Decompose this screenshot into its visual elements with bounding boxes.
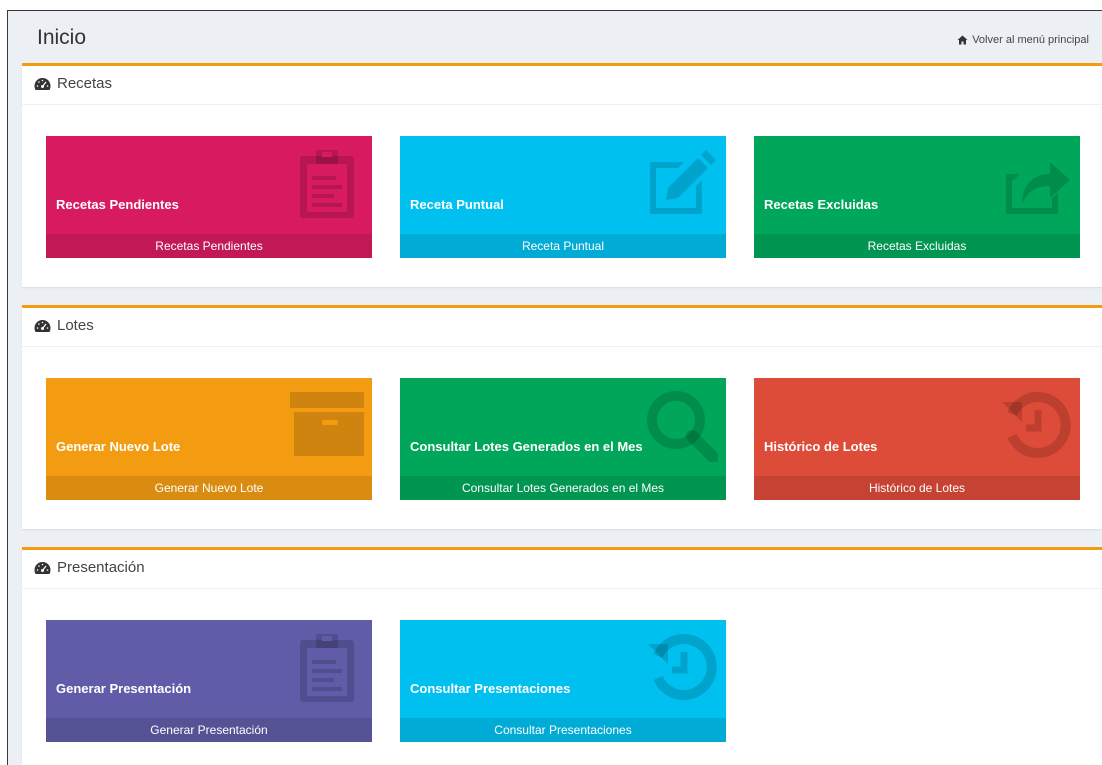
history-icon bbox=[998, 388, 1072, 462]
history-icon bbox=[644, 630, 718, 704]
home-icon bbox=[957, 35, 968, 45]
tile-title: Generar Presentación bbox=[56, 681, 192, 696]
dashboard-icon bbox=[34, 561, 51, 575]
box-header: Presentación bbox=[22, 550, 1102, 589]
back-link-label: Volver al menú principal bbox=[972, 34, 1089, 46]
tile-title: Receta Puntual bbox=[410, 197, 504, 212]
tile-generar-presentacion[interactable]: Generar Presentación Generar Presentació… bbox=[46, 620, 372, 742]
tile-title: Generar Nuevo Lote bbox=[56, 439, 181, 454]
tile-footer-link[interactable]: Histórico de Lotes bbox=[754, 476, 1080, 500]
back-to-main-menu-link[interactable]: Volver al menú principal bbox=[957, 34, 1089, 46]
content-wrapper: Inicio Volver al menú principal Recetas … bbox=[8, 11, 1102, 765]
tile-footer-link[interactable]: Recetas Pendientes bbox=[46, 234, 372, 258]
tile-recetas-excluidas[interactable]: Recetas Excluidas Recetas Excluidas bbox=[754, 136, 1080, 258]
dashboard-icon bbox=[34, 77, 51, 91]
tile-footer-link[interactable]: Generar Nuevo Lote bbox=[46, 476, 372, 500]
share-icon bbox=[998, 146, 1072, 220]
search-icon bbox=[644, 388, 718, 462]
content-header: Inicio Volver al menú principal bbox=[8, 11, 1102, 63]
clipboard-icon bbox=[290, 146, 364, 220]
box-title-label: Recetas bbox=[57, 75, 113, 92]
tile-generar-nuevo-lote[interactable]: Generar Nuevo Lote Generar Nuevo Lote bbox=[46, 378, 372, 500]
tile-receta-puntual[interactable]: Receta Puntual Receta Puntual bbox=[400, 136, 726, 258]
tile-consultar-presentaciones[interactable]: Consultar Presentaciones Consultar Prese… bbox=[400, 620, 726, 742]
tile-title: Consultar Presentaciones bbox=[410, 681, 571, 696]
box-title: Lotes bbox=[34, 317, 94, 334]
clipboard-icon bbox=[290, 630, 364, 704]
tile-title: Histórico de Lotes bbox=[764, 439, 878, 454]
screen: Inicio Volver al menú principal Recetas … bbox=[0, 0, 1102, 765]
box-title-label: Presentación bbox=[57, 559, 145, 576]
page-title: Inicio bbox=[37, 26, 87, 49]
edit-icon bbox=[644, 146, 718, 220]
tile-title: Recetas Excluidas bbox=[764, 197, 879, 212]
box-title: Recetas bbox=[34, 75, 112, 92]
tile-recetas-pendientes[interactable]: Recetas Pendientes Recetas Pendientes bbox=[46, 136, 372, 258]
tile-footer-link[interactable]: Consultar Lotes Generados en el Mes bbox=[400, 476, 726, 500]
box-header: Recetas bbox=[22, 66, 1102, 105]
tile-consultar-lotes-generados[interactable]: Consultar Lotes Generados en el Mes Cons… bbox=[400, 378, 726, 500]
tile-footer-link[interactable]: Generar Presentación bbox=[46, 718, 372, 742]
box-title-label: Lotes bbox=[57, 317, 94, 334]
tile-title: Consultar Lotes Generados en el Mes bbox=[410, 439, 643, 454]
box-recetas: Recetas Recetas Pendientes Recetas Pendi… bbox=[22, 63, 1102, 287]
tile-title: Recetas Pendientes bbox=[56, 197, 179, 212]
archive-icon bbox=[290, 388, 364, 462]
box-title: Presentación bbox=[34, 559, 145, 576]
tile-historico-de-lotes[interactable]: Histórico de Lotes Histórico de Lotes bbox=[754, 378, 1080, 500]
tile-footer-link[interactable]: Receta Puntual bbox=[400, 234, 726, 258]
tile-footer-link[interactable]: Consultar Presentaciones bbox=[400, 718, 726, 742]
dashboard-icon bbox=[34, 319, 51, 333]
tile-footer-link[interactable]: Recetas Excluidas bbox=[754, 234, 1080, 258]
box-lotes: Lotes Generar Nuevo Lote Generar Nuevo L… bbox=[22, 305, 1102, 529]
box-presentacion: Presentación Generar Presentación Genera… bbox=[22, 547, 1102, 765]
box-header: Lotes bbox=[22, 308, 1102, 347]
